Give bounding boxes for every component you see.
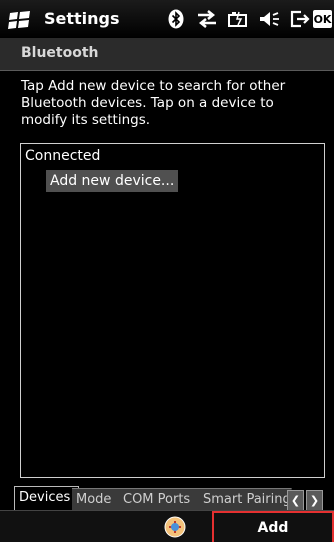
input-panel-icon[interactable] — [164, 516, 186, 538]
status-icons — [164, 8, 319, 30]
title-bar: Settings OK — [0, 0, 334, 38]
app-title: Settings — [44, 9, 120, 28]
tab-smart-pairing[interactable]: Smart Pairing — [199, 488, 292, 511]
tab-devices[interactable]: Devices — [14, 486, 79, 512]
exit-icon[interactable] — [288, 8, 312, 30]
menu-bar: Add — [0, 510, 334, 542]
tab-scroll-left-icon[interactable]: ❮ — [287, 490, 304, 511]
section-title: Bluetooth — [21, 45, 99, 61]
tab-bar: Devices Mode COM Ports Smart Pairing ❮ ❯ — [0, 486, 334, 512]
bluetooth-icon[interactable] — [164, 8, 188, 30]
connectivity-icon[interactable] — [195, 8, 219, 30]
group-label-connected: Connected — [25, 148, 101, 164]
tab-mode[interactable]: Mode — [72, 488, 125, 511]
device-list[interactable]: Connected Add new device... — [20, 143, 325, 478]
ok-button[interactable]: OK — [313, 10, 332, 28]
tab-com-ports[interactable]: COM Ports — [119, 488, 205, 511]
windows-start-icon[interactable] — [7, 10, 35, 30]
add-button[interactable]: Add — [212, 511, 334, 542]
tab-scroll-right-icon[interactable]: ❯ — [306, 490, 323, 511]
help-text: Tap Add new device to search for other B… — [21, 78, 286, 128]
add-new-device-item[interactable]: Add new device... — [46, 170, 179, 192]
battery-icon[interactable] — [226, 8, 250, 30]
section-header: Bluetooth — [0, 38, 334, 71]
volume-icon[interactable] — [257, 8, 281, 30]
